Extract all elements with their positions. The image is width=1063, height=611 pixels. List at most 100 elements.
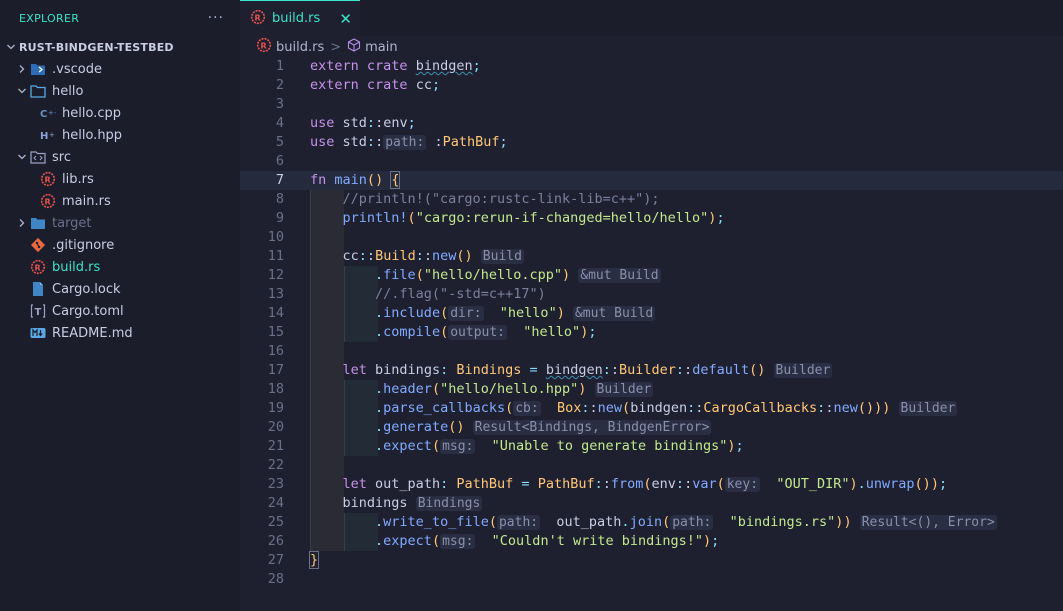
type-hint: &mut Build bbox=[572, 306, 656, 321]
line-number: 9 bbox=[275, 210, 284, 226]
line-number: 15 bbox=[267, 324, 284, 340]
param-hint: key: bbox=[724, 477, 761, 492]
code-line[interactable]: 23 let out_path: PathBuf = PathBuf::from… bbox=[240, 475, 1063, 494]
git-icon bbox=[30, 237, 46, 253]
code-line[interactable]: 24 bindings Bindings bbox=[240, 494, 1063, 513]
tree-item-cargo-toml[interactable]: T Cargo.toml bbox=[0, 300, 240, 322]
line-number: 19 bbox=[267, 400, 284, 416]
cube-icon bbox=[347, 38, 361, 56]
line-number: 24 bbox=[267, 495, 284, 511]
close-icon[interactable]: ✕ bbox=[339, 10, 352, 28]
code-text: .generate() Result<Bindings, BindgenErro… bbox=[375, 419, 712, 435]
workspace-root-label: RUST-BINDGEN-TESTBED bbox=[19, 40, 174, 54]
type-hint: &mut Build bbox=[578, 268, 661, 283]
code-line[interactable]: 16 bbox=[240, 342, 1063, 361]
tree-item-label: hello.cpp bbox=[62, 105, 121, 121]
explorer-title: EXPLORER bbox=[19, 11, 80, 25]
code-text: .parse_callbacks(cb: Box::new(bindgen::C… bbox=[375, 400, 958, 416]
tree-item-label: lib.rs bbox=[62, 171, 94, 187]
code-line[interactable]: 13 //.flag("-std=c++17") bbox=[240, 285, 1063, 304]
code-line[interactable]: 18 .header("hello/hello.hpp") Builder bbox=[240, 380, 1063, 399]
code-line[interactable]: 8 //println!("cargo:rustc-link-lib=c++")… bbox=[240, 190, 1063, 209]
line-number: 10 bbox=[267, 229, 284, 245]
code-text: bindings Bindings bbox=[342, 495, 483, 511]
code-text: .file("hello/hello.cpp") &mut Build bbox=[375, 267, 661, 283]
line-number: 14 bbox=[267, 305, 284, 321]
tree-item-build-rs[interactable]: R build.rs bbox=[0, 256, 240, 278]
line-number: 20 bbox=[267, 419, 284, 435]
rust-file-icon: R bbox=[250, 9, 266, 29]
line-number: 5 bbox=[275, 134, 284, 150]
code-text: .expect(msg: "Couldn't write bindings!")… bbox=[375, 533, 720, 549]
code-line[interactable]: 4 use std::env; bbox=[240, 114, 1063, 133]
breadcrumb-symbol[interactable]: main bbox=[365, 40, 397, 55]
vscode-folder-icon bbox=[30, 61, 46, 77]
code-line[interactable]: 20 .generate() Result<Bindings, BindgenE… bbox=[240, 418, 1063, 437]
rust-file-icon: R bbox=[256, 37, 272, 57]
tree-item-lib-rs[interactable]: R lib.rs bbox=[0, 168, 240, 190]
param-hint: path: bbox=[383, 135, 427, 150]
type-hint: Builder bbox=[594, 382, 654, 397]
type-hint: Result<(), Error> bbox=[859, 515, 997, 530]
tree-item-gitignore[interactable]: .gitignore bbox=[0, 234, 240, 256]
tab-build-rs[interactable]: R build.rs ✕ bbox=[240, 0, 360, 36]
type-hint: Builder bbox=[773, 363, 833, 378]
breadcrumb-separator: > bbox=[330, 39, 342, 55]
src-folder-icon bbox=[30, 149, 46, 165]
code-line[interactable]: 14 .include(dir: "hello") &mut Build bbox=[240, 304, 1063, 323]
svg-text:R: R bbox=[261, 42, 267, 51]
code-line[interactable]: 15 .compile(output: "hello"); bbox=[240, 323, 1063, 342]
breadcrumb-file[interactable]: build.rs bbox=[276, 40, 324, 55]
line-number: 18 bbox=[267, 381, 284, 397]
tree-item-cargo-lock[interactable]: Cargo.lock bbox=[0, 278, 240, 300]
type-hint: Build bbox=[480, 249, 524, 264]
param-hint: msg: bbox=[440, 439, 476, 454]
code-line[interactable]: 11 cc::Build::new() Build bbox=[240, 247, 1063, 266]
tree-item-readme[interactable]: README.md bbox=[0, 322, 240, 344]
code-line[interactable]: 17 let bindings: Bindings = bindgen::Bui… bbox=[240, 361, 1063, 380]
code-line[interactable]: 6 bbox=[240, 152, 1063, 171]
param-hint: cb: bbox=[513, 401, 541, 416]
code-line[interactable]: 2 extern crate cc; bbox=[240, 76, 1063, 95]
type-hint: Builder bbox=[898, 401, 958, 416]
tree-item-label: Cargo.lock bbox=[52, 281, 121, 297]
code-line[interactable]: 22 bbox=[240, 456, 1063, 475]
code-editor[interactable]: 1 extern crate bindgen; 2 extern crate cc; 3… bbox=[240, 57, 1063, 589]
tree-item-vscode[interactable]: .vscode bbox=[0, 58, 240, 80]
code-line[interactable]: 27} bbox=[240, 551, 1063, 570]
code-line[interactable]: 19 .parse_callbacks(cb: Box::new(bindgen… bbox=[240, 399, 1063, 418]
line-number: 22 bbox=[267, 457, 284, 473]
param-hint: msg: bbox=[440, 534, 476, 549]
code-line[interactable]: 7 fn main() { bbox=[240, 171, 1063, 190]
code-line[interactable]: 25 .write_to_file(path: out_path.join(pa… bbox=[240, 513, 1063, 532]
code-text: .write_to_file(path: out_path.join(path:… bbox=[375, 514, 997, 530]
line-number: 25 bbox=[267, 514, 284, 530]
chevron-down-icon bbox=[3, 42, 19, 52]
code-line[interactable]: 5 use std:: path: :PathBuf; bbox=[240, 133, 1063, 152]
rust-file-icon: R bbox=[40, 171, 56, 187]
code-line[interactable]: 12 .file("hello/hello.cpp") &mut Build bbox=[240, 266, 1063, 285]
tree-item-src[interactable]: src bbox=[0, 146, 240, 168]
code-line[interactable]: 28 bbox=[240, 570, 1063, 589]
code-line[interactable]: 10 bbox=[240, 228, 1063, 247]
code-line[interactable]: 9 println!("cargo:rerun-if-changed=hello… bbox=[240, 209, 1063, 228]
file-tree: RUST-BINDGEN-TESTBED .vscode hello C + h… bbox=[0, 36, 240, 344]
tree-item-hello[interactable]: hello bbox=[0, 80, 240, 102]
code-text: fn main() { bbox=[310, 171, 401, 189]
param-hint: path: bbox=[670, 515, 714, 530]
tree-item-hello-hpp[interactable]: H + hello.hpp bbox=[0, 124, 240, 146]
code-text: } bbox=[308, 551, 320, 569]
workspace-root[interactable]: RUST-BINDGEN-TESTBED bbox=[0, 36, 240, 58]
tree-item-main-rs[interactable]: R main.rs bbox=[0, 190, 240, 212]
code-line[interactable]: 21 .expect(msg: "Unable to generate bind… bbox=[240, 437, 1063, 456]
code-line[interactable]: 26 .expect(msg: "Couldn't write bindings… bbox=[240, 532, 1063, 551]
tree-item-target[interactable]: target bbox=[0, 212, 240, 234]
editor-area: R build.rs ✕ R build.rs > main 1 extern c… bbox=[240, 0, 1063, 611]
tree-item-hello-cpp[interactable]: C++ hello.cpp bbox=[0, 102, 240, 124]
code-text: use std::env; bbox=[310, 115, 416, 131]
code-line[interactable]: 3 bbox=[240, 95, 1063, 114]
code-text: //.flag("-std=c++17") bbox=[375, 286, 546, 302]
line-number: 12 bbox=[267, 267, 284, 283]
code-line[interactable]: 1 extern crate bindgen; bbox=[240, 57, 1063, 76]
more-actions-icon[interactable]: ··· bbox=[208, 10, 224, 26]
